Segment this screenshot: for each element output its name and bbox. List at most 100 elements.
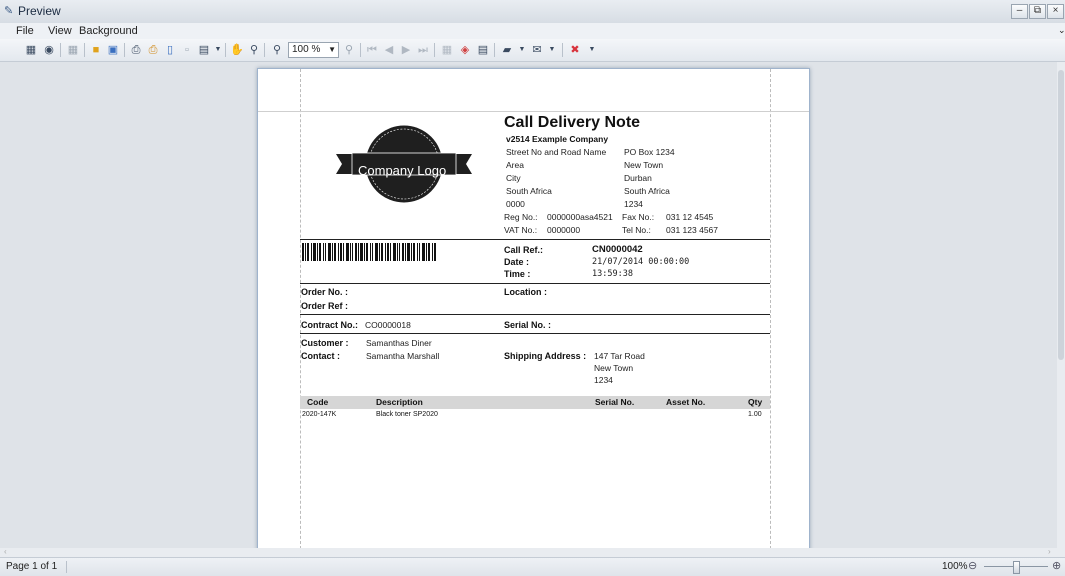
restore-button[interactable]: ⧉: [1029, 4, 1046, 19]
toolbar-separator: [434, 43, 435, 57]
status-bar: Page 1 of 1 100% ⊖ ⊕: [0, 557, 1065, 576]
column-header-code: Code: [307, 397, 329, 407]
toolbar-separator: [225, 43, 226, 57]
logo-text: Company Logo: [358, 163, 447, 178]
preview-app-icon: ✎: [4, 5, 14, 17]
reg-no-label: Reg No.:: [504, 212, 538, 222]
header-footer-icon[interactable]: ▫: [180, 43, 194, 57]
status-separator: [66, 561, 67, 573]
zoom-in-icon[interactable]: ⚲: [342, 43, 356, 57]
multiple-pages-icon[interactable]: ▦: [440, 43, 454, 57]
toolbar-overflow-icon[interactable]: ▼: [585, 43, 599, 57]
tel-no-value: 031 123 4567: [666, 225, 718, 235]
horizontal-scrollbar[interactable]: ‹ ›: [0, 547, 1065, 557]
scale-icon[interactable]: ▤: [197, 43, 211, 57]
email-dropdown-icon[interactable]: ▼: [545, 43, 559, 57]
column-header-asset-no: Asset No.: [666, 397, 706, 407]
watermark-icon[interactable]: ▤: [476, 43, 490, 57]
order-no-label: Order No. :: [301, 287, 349, 297]
save-icon[interactable]: ▣: [106, 43, 120, 57]
menu-overflow-icon[interactable]: ⌄: [1058, 25, 1065, 36]
zoom-out-icon[interactable]: ⚲: [270, 43, 284, 57]
postal-line: South Africa: [624, 186, 670, 196]
zoom-out-icon[interactable]: ⊖: [968, 559, 977, 572]
report-page: Company Logo Call Delivery Note v2514 Ex…: [257, 68, 810, 548]
next-page-icon[interactable]: ▶: [399, 43, 413, 57]
toolbar-separator: [494, 43, 495, 57]
cell-qty: 1.00: [748, 411, 762, 418]
menu-file[interactable]: File: [16, 25, 34, 37]
contract-no-label: Contract No.:: [301, 320, 358, 330]
postal-line: Durban: [624, 173, 652, 183]
vertical-scrollbar-thumb[interactable]: [1058, 70, 1064, 360]
magnifier-icon[interactable]: ⚲: [247, 43, 261, 57]
zoom-slider-thumb[interactable]: [1013, 561, 1020, 574]
contract-no-value: CO0000018: [365, 320, 411, 330]
fax-no-label: Fax No.:: [622, 212, 655, 222]
address-line: South Africa: [506, 186, 552, 196]
column-header-description: Description: [376, 397, 423, 407]
page-setup-icon[interactable]: ▯: [163, 43, 177, 57]
tel-no-label: Tel No.:: [622, 225, 651, 235]
chevron-down-icon: ▼: [328, 45, 336, 54]
postal-line: 1234: [624, 199, 643, 209]
toolbar-separator: [60, 43, 61, 57]
vertical-scrollbar[interactable]: [1057, 62, 1065, 548]
previous-page-icon[interactable]: ◀: [382, 43, 396, 57]
section-divider: [300, 333, 770, 334]
margin-guide-right: [770, 69, 771, 548]
find-icon[interactable]: ◉: [42, 43, 56, 57]
address-line: City: [506, 173, 521, 183]
column-header-serial-no: Serial No.: [595, 397, 635, 407]
first-page-icon[interactable]: ⏮: [365, 43, 379, 57]
call-ref-label: Call Ref.:: [504, 245, 544, 255]
print-icon[interactable]: ⎙: [129, 43, 143, 57]
zoom-combobox[interactable]: 100 % ▼: [288, 42, 339, 58]
zoom-percentage: 100%: [942, 561, 968, 572]
vat-no-label: VAT No.:: [504, 225, 538, 235]
menu-view[interactable]: View: [48, 25, 72, 37]
scale-dropdown-icon[interactable]: ▼: [211, 43, 225, 57]
customer-value: Samanthas Diner: [366, 338, 432, 348]
close-button[interactable]: ×: [1047, 4, 1064, 19]
zoom-in-icon[interactable]: ⊕: [1052, 559, 1061, 572]
document-map-icon[interactable]: ▦: [24, 43, 38, 57]
section-divider: [300, 239, 770, 240]
export-icon[interactable]: ▰: [500, 43, 514, 57]
scroll-left-icon[interactable]: ‹: [4, 547, 7, 556]
minimize-button[interactable]: –: [1011, 4, 1028, 19]
window-title: Preview: [18, 4, 61, 18]
hand-tool-icon[interactable]: ✋: [230, 43, 244, 57]
shipping-address-line: 1234: [594, 375, 613, 385]
document-title: Call Delivery Note: [504, 114, 641, 131]
order-ref-label: Order Ref :: [301, 301, 349, 311]
close-preview-icon[interactable]: ✖: [568, 43, 582, 57]
address-line: 0000: [506, 199, 525, 209]
serial-no-label: Serial No. :: [504, 320, 552, 330]
section-divider: [300, 283, 770, 284]
toolbar-separator: [264, 43, 265, 57]
preview-viewport[interactable]: Company Logo Call Delivery Note v2514 Ex…: [0, 62, 1057, 548]
toolbar: ▦ ◉ ▦ ■ ▣ ⎙ ⎙ ▯ ▫ ▤ ▼ ✋ ⚲ ⚲ 100 % ▼ ⚲ ⏮ …: [0, 39, 1065, 62]
postal-line: New Town: [624, 160, 664, 170]
shipping-address-line: New Town: [594, 363, 634, 373]
export-dropdown-icon[interactable]: ▼: [515, 43, 529, 57]
location-label: Location :: [504, 287, 547, 297]
scroll-right-icon[interactable]: ›: [1048, 547, 1051, 556]
parameters-icon[interactable]: ▦: [66, 43, 80, 57]
margin-guide-top: [258, 111, 809, 112]
menu-background[interactable]: Background: [79, 25, 138, 37]
customer-label: Customer :: [301, 338, 349, 348]
email-icon[interactable]: ✉: [530, 43, 544, 57]
toolbar-separator: [84, 43, 85, 57]
menu-bar: File View Background ⌄: [0, 23, 1065, 39]
fill-background-icon[interactable]: ◈: [458, 43, 472, 57]
postal-line: PO Box 1234: [624, 147, 675, 157]
quick-print-icon[interactable]: ⎙: [146, 43, 160, 57]
last-page-icon[interactable]: ⏭: [416, 43, 430, 57]
column-header-qty: Qty: [748, 397, 763, 407]
open-folder-icon[interactable]: ■: [89, 43, 103, 57]
shipping-address-line: 147 Tar Road: [594, 351, 645, 361]
date-label: Date :: [504, 257, 530, 267]
company-name: v2514 Example Company: [506, 134, 609, 144]
